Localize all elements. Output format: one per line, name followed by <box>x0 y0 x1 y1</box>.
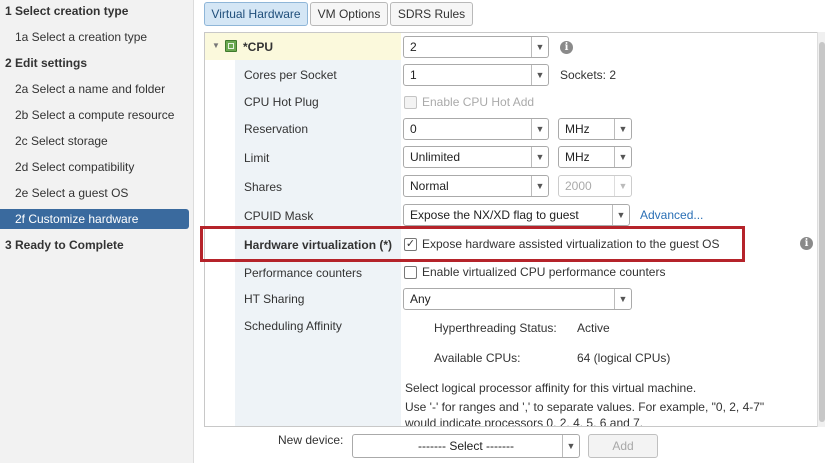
chevron-down-icon: ▼ <box>614 176 631 196</box>
shares-select[interactable]: Normal ▼ <box>403 175 549 197</box>
info-icon[interactable]: i <box>800 237 813 250</box>
performance-counters-option: Enable virtualized CPU performance count… <box>422 265 666 279</box>
reservation-unit-select[interactable]: MHz ▼ <box>558 118 632 140</box>
available-cpus-label: Available CPUs: <box>434 351 521 365</box>
cpuid-advanced-link[interactable]: Advanced... <box>640 207 703 223</box>
cpuid-mask-select[interactable]: Expose the NX/XD flag to guest ▼ <box>403 204 630 226</box>
triangle-down-icon[interactable]: ▼ <box>212 42 220 50</box>
wizard-step-2[interactable]: 2 Edit settings <box>0 53 189 73</box>
reservation-input[interactable]: 0 ▼ <box>403 118 549 140</box>
affinity-help-line-3: would indicate processors 0, 2, 4, 5, 6 … <box>405 416 644 427</box>
add-device-button[interactable]: Add <box>588 434 658 458</box>
limit-label: Limit <box>244 151 270 165</box>
shares-label: Shares <box>244 180 283 194</box>
chevron-down-icon: ▼ <box>531 37 548 57</box>
wizard-step-3[interactable]: 3 Ready to Complete <box>0 235 189 255</box>
wizard-step-2f-active[interactable]: 2f Customize hardware <box>0 209 189 229</box>
wizard-step-1a[interactable]: 1a Select a creation type <box>0 27 189 47</box>
tab-vm-options[interactable]: VM Options <box>310 2 388 26</box>
limit-unit-select[interactable]: MHz ▼ <box>558 146 632 168</box>
cpu-chip-icon <box>225 40 237 52</box>
tab-sdrs-rules[interactable]: SDRS Rules <box>390 2 473 26</box>
wizard-step-2e[interactable]: 2e Select a guest OS <box>0 183 189 203</box>
chevron-down-icon: ▼ <box>612 205 629 225</box>
ht-sharing-select[interactable]: Any ▼ <box>403 288 632 310</box>
cores-per-socket-select[interactable]: 1 ▼ <box>403 64 549 86</box>
checkmark-icon: ✓ <box>405 238 416 250</box>
affinity-help-line-2: Use '-' for ranges and ',' to separate v… <box>405 400 765 414</box>
affinity-help-line-1: Select logical processor affinity for th… <box>405 381 697 395</box>
limit-input[interactable]: Unlimited ▼ <box>403 146 549 168</box>
cpu-count-select[interactable]: 2 ▼ <box>403 36 549 58</box>
ht-sharing-label: HT Sharing <box>244 292 305 306</box>
scrollbar-thumb[interactable] <box>819 42 825 422</box>
available-cpus-value: 64 (logical CPUs) <box>577 351 671 365</box>
tab-virtual-hardware[interactable]: Virtual Hardware <box>204 2 308 26</box>
reservation-label: Reservation <box>244 122 309 136</box>
cpu-title: *CPU <box>243 40 274 54</box>
wizard-step-1[interactable]: 1 Select creation type <box>0 1 189 21</box>
chevron-down-icon: ▼ <box>562 435 579 457</box>
chevron-down-icon: ▼ <box>531 147 548 167</box>
wizard-step-2a[interactable]: 2a Select a name and folder <box>0 79 189 99</box>
wizard-navigation: 1 Select creation type 1a Select a creat… <box>0 0 194 463</box>
chevron-down-icon: ▼ <box>614 147 631 167</box>
virtual-hardware-panel: ▼ *CPU 2 ▼ i Cores per Socket 1 ▼ Sockets:… <box>204 32 823 427</box>
info-icon[interactable]: i <box>560 41 573 54</box>
hardware-virtualization-checkbox[interactable]: ✓ <box>404 238 417 251</box>
cpu-hot-add-label: Enable CPU Hot Add <box>422 95 535 109</box>
hardware-virtualization-label: Hardware virtualization (*) <box>244 238 393 252</box>
new-device-select[interactable]: ------- Select ------- ▼ <box>352 434 580 458</box>
cpu-hot-plug-label: CPU Hot Plug <box>244 95 319 109</box>
sockets-readout: Sockets: 2 <box>560 68 617 82</box>
wizard-step-2c[interactable]: 2c Select storage <box>0 131 189 151</box>
wizard-step-2b[interactable]: 2b Select a compute resource <box>0 105 189 125</box>
cpu-hot-add-checkbox[interactable] <box>404 96 417 109</box>
cores-per-socket-label: Cores per Socket <box>244 68 337 82</box>
hyperthreading-status-value: Active <box>577 321 610 335</box>
performance-counters-label: Performance counters <box>244 266 363 280</box>
hyperthreading-status-label: Hyperthreading Status: <box>434 321 557 335</box>
new-device-label: New device: <box>278 433 344 447</box>
chevron-down-icon: ▼ <box>614 119 631 139</box>
chevron-down-icon: ▼ <box>531 65 548 85</box>
scheduling-affinity-label: Scheduling Affinity <box>244 319 342 333</box>
chevron-down-icon: ▼ <box>614 289 631 309</box>
wizard-step-2d[interactable]: 2d Select compatibility <box>0 157 189 177</box>
chevron-down-icon: ▼ <box>531 176 548 196</box>
shares-number-input: 2000 ▼ <box>558 175 632 197</box>
panel-scrollbar[interactable] <box>817 32 825 427</box>
hardware-virtualization-option: Expose hardware assisted virtualization … <box>422 237 720 251</box>
chevron-down-icon: ▼ <box>531 119 548 139</box>
cpuid-mask-label: CPUID Mask <box>244 209 314 223</box>
performance-counters-checkbox[interactable] <box>404 266 417 279</box>
